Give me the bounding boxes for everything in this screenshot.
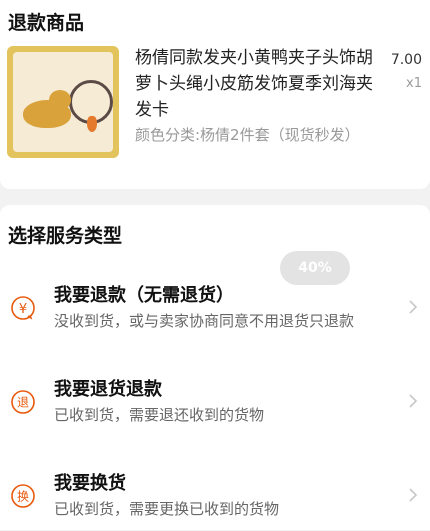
svg-text:退: 退 [17, 396, 29, 410]
product-price: 7.00 [390, 52, 422, 68]
option-refund-only[interactable]: ¥ 我要退款（无需退货） 没收到货，或与卖家协商同意不用退货只退款 [0, 277, 430, 343]
option-refund-only-desc: 没收到货，或与卖家协商同意不用退货只退款 [54, 312, 355, 330]
option-return-refund-desc: 已收到货，需要退还收到的货物 [54, 406, 265, 424]
option-exchange-desc: 已收到货，需要更换已收到的货物 [54, 500, 280, 518]
service-type-card: 选择服务类型 40% ¥ 我要退款（无需退货） 没收到货，或与卖家协商同意不用退… [0, 205, 430, 530]
refund-goods-card: 退款商品 杨倩同款发夹小黄鸭夹子头饰胡萝卜头绳小皮筋发饰夏季刘海夹发卡 7.00… [0, 0, 430, 189]
product-title[interactable]: 杨倩同款发夹小黄鸭夹子头饰胡萝卜头绳小皮筋发饰夏季刘海夹发卡 [135, 45, 387, 123]
chevron-right-icon [409, 394, 418, 408]
product-image-inner [13, 52, 113, 152]
refund-goods-title: 退款商品 [8, 12, 85, 34]
option-exchange-title: 我要换货 [54, 473, 126, 494]
exchange-icon: 换 [11, 484, 35, 508]
duck-head [49, 90, 71, 110]
chevron-right-icon [409, 300, 418, 314]
product-spec: 颜色分类:杨倩2件套（现货秒发） [135, 126, 360, 144]
carrot-charm [87, 116, 97, 132]
svg-text:¥: ¥ [19, 302, 27, 317]
product-image[interactable] [7, 46, 119, 158]
return-refund-icon: 退 [11, 390, 35, 414]
option-refund-only-title: 我要退款（无需退货） [54, 285, 234, 306]
refund-yen-icon: ¥ [11, 296, 35, 320]
chevron-right-icon [409, 488, 418, 502]
option-return-refund[interactable]: 退 我要退货退款 已收到货，需要退还收到的货物 [0, 371, 430, 437]
option-return-refund-title: 我要退货退款 [54, 379, 162, 400]
product-quantity: x1 [406, 76, 422, 91]
option-exchange[interactable]: 换 我要换货 已收到货，需要更换已收到的货物 [0, 465, 430, 531]
svg-text:换: 换 [17, 490, 29, 504]
service-type-title: 选择服务类型 [8, 225, 123, 247]
